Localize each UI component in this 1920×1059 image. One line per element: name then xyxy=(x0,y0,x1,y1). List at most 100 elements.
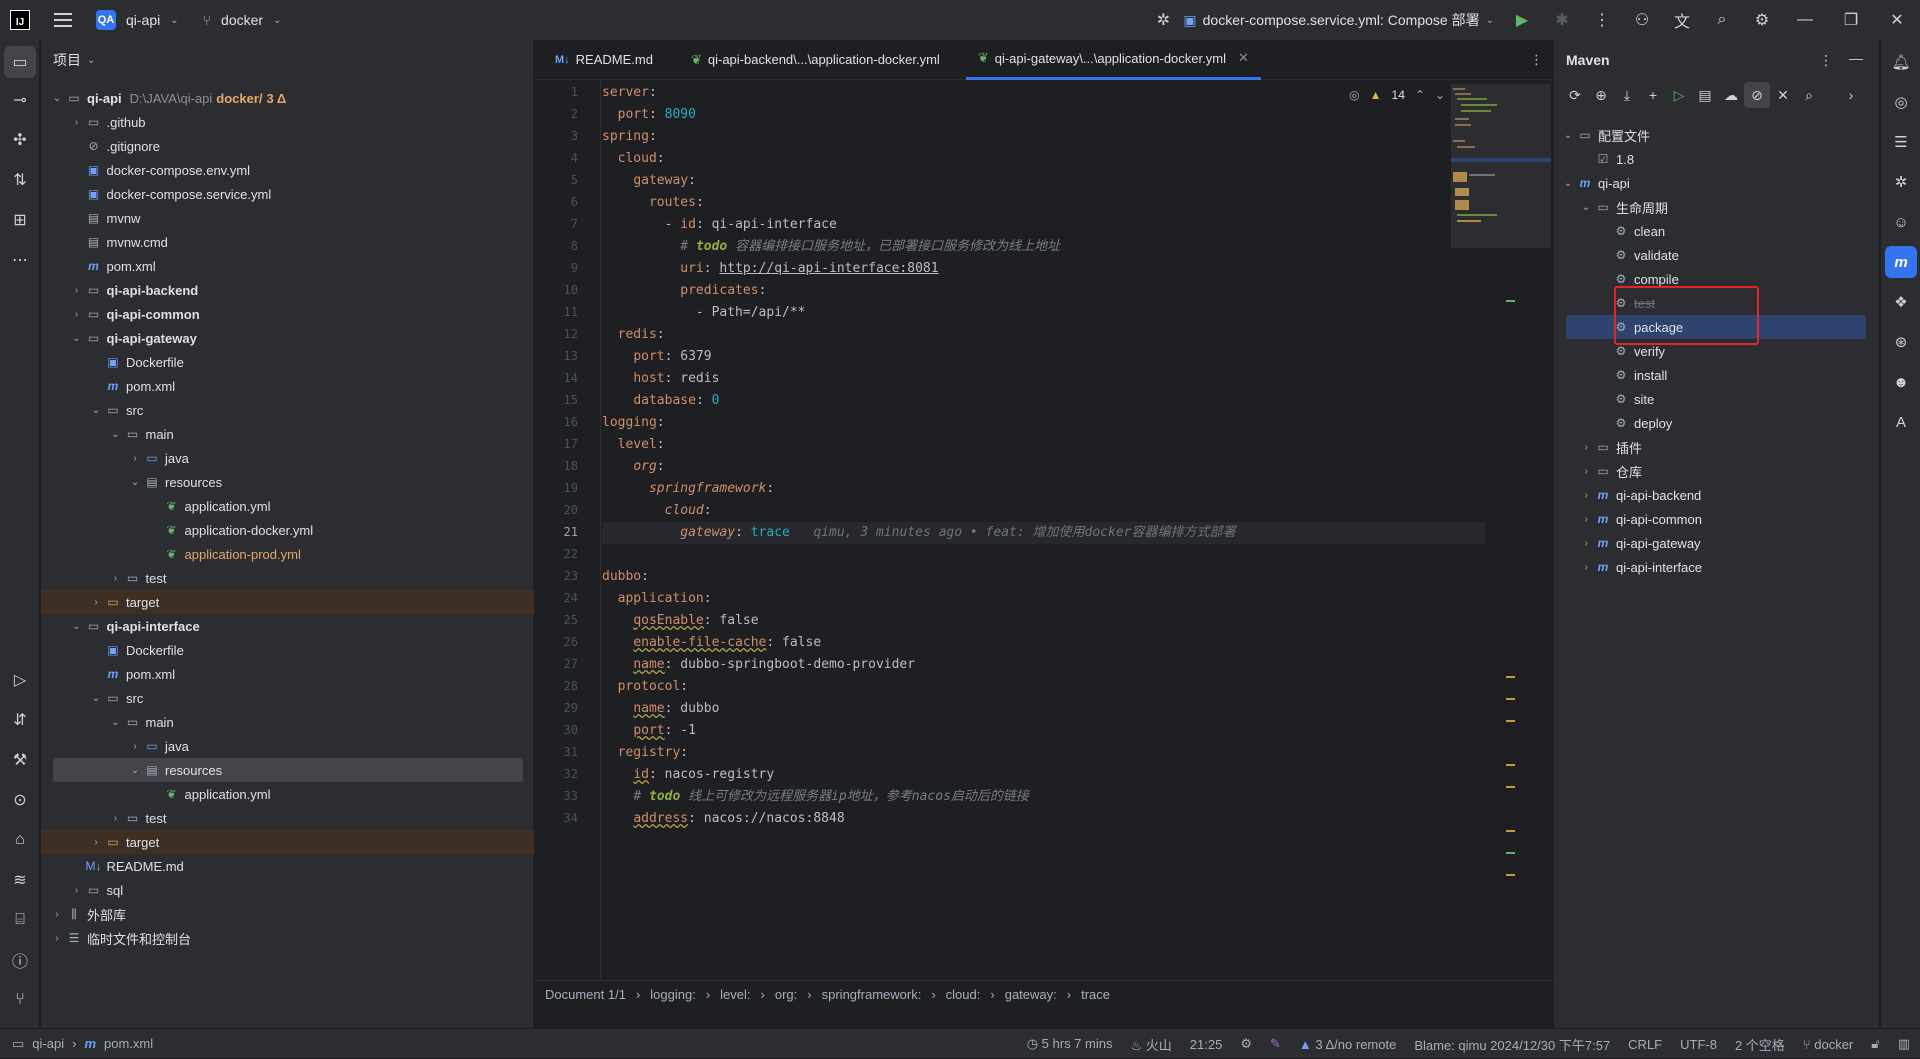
git-push-icon[interactable]: ⇵ xyxy=(4,704,36,736)
tree-row[interactable]: M↓ README.md xyxy=(41,854,534,878)
project-panel-title[interactable]: 项目 xyxy=(53,50,81,70)
debug-icon[interactable]: ✱ xyxy=(1542,0,1582,40)
chevron-right-icon[interactable]: › xyxy=(69,117,85,128)
line-number[interactable]: 2 xyxy=(571,107,578,121)
tree-row[interactable]: m pom.xml xyxy=(41,374,534,398)
close-icon[interactable]: ✕ xyxy=(1874,0,1920,40)
maven-row[interactable]: › ▭ 插件 xyxy=(1554,435,1880,459)
tree-row[interactable]: ❦ application-prod.yml xyxy=(41,542,534,566)
bug-icon[interactable]: ✲ xyxy=(1143,0,1183,40)
chevron-right-icon[interactable]: › xyxy=(108,573,124,584)
tree-row[interactable]: ❦ application.yml xyxy=(41,494,534,518)
plugin-icon[interactable]: ✣ xyxy=(4,124,36,156)
ai-assistant-icon[interactable]: ◎ xyxy=(1885,86,1917,118)
warning-marker[interactable] xyxy=(1506,830,1515,832)
tree-row[interactable]: ❦ application.yml xyxy=(41,782,534,806)
line-number[interactable]: 14 xyxy=(564,371,578,385)
maven-row[interactable]: ⚙ deploy xyxy=(1554,411,1880,435)
maven-row[interactable]: › m qi-api-gateway xyxy=(1554,531,1880,555)
line-number[interactable]: 30 xyxy=(564,723,578,737)
assistant-icon[interactable]: ☻ xyxy=(1885,366,1917,398)
warning-marker[interactable] xyxy=(1506,764,1515,766)
restore-icon[interactable]: ❐ xyxy=(1828,0,1874,40)
line-number[interactable]: 28 xyxy=(564,679,578,693)
project-tool-icon[interactable]: ▭ xyxy=(4,46,36,78)
line-number[interactable]: 26 xyxy=(564,635,578,649)
structure-icon[interactable]: ⊞ xyxy=(4,204,36,236)
warning-marker[interactable] xyxy=(1506,874,1515,876)
tree-row[interactable]: › ▭ sql xyxy=(41,878,534,902)
commit-icon[interactable]: ⊸ xyxy=(4,84,36,116)
maven-row[interactable]: › m qi-api-common xyxy=(1554,507,1880,531)
lock-icon[interactable]: 🔓︎ xyxy=(1871,1036,1879,1052)
line-number[interactable]: 23 xyxy=(564,569,578,583)
status-caret-position[interactable]: 21:25 xyxy=(1190,1037,1223,1052)
minimize-icon[interactable]: — xyxy=(1782,0,1828,40)
chevron-down-icon[interactable]: ⌄ xyxy=(69,621,85,632)
offline-icon[interactable]: ☁ xyxy=(1718,82,1744,108)
terminal-icon[interactable]: ⌸ xyxy=(4,904,36,936)
maven-row[interactable]: › m qi-api-backend xyxy=(1554,483,1880,507)
chevron-right-icon[interactable]: › xyxy=(1838,82,1864,108)
line-number[interactable]: 16 xyxy=(564,415,578,429)
breadcrumb-item[interactable]: gateway: xyxy=(1005,987,1057,1002)
chevron-right-icon[interactable]: › xyxy=(1578,466,1594,477)
tree-row[interactable]: › ▭ qi-api-backend xyxy=(41,278,534,302)
warning-marker[interactable] xyxy=(1506,676,1515,678)
layers-icon[interactable]: ≋ xyxy=(4,864,36,896)
line-number[interactable]: 1 xyxy=(571,85,578,99)
breadcrumb-item[interactable]: springframework: xyxy=(822,987,922,1002)
tree-row[interactable]: › ⫼ 外部库 xyxy=(41,902,534,926)
project-badge[interactable]: QA xyxy=(96,10,116,30)
chevron-down-icon[interactable]: ⌄ xyxy=(108,717,124,728)
warning-marker[interactable] xyxy=(1506,720,1515,722)
line-number[interactable]: 9 xyxy=(571,261,578,275)
line-number[interactable]: 5 xyxy=(571,173,578,187)
collapse-icon[interactable]: ✕ xyxy=(1770,82,1796,108)
chevron-down-icon[interactable]: ⌄ xyxy=(69,333,85,344)
change-marker[interactable] xyxy=(1506,852,1515,854)
gradle-icon[interactable]: ✲ xyxy=(1885,166,1917,198)
status-time-spent[interactable]: ◷ 5 hrs 7 mins xyxy=(1027,1036,1113,1052)
maven-row[interactable]: ☑ 1.8 xyxy=(1554,147,1880,171)
breadcrumb-item[interactable]: logging: xyxy=(650,987,696,1002)
change-marker[interactable] xyxy=(1506,300,1515,302)
chevron-down-icon[interactable]: ⌄ xyxy=(88,693,104,704)
chevron-right-icon[interactable]: › xyxy=(69,309,85,320)
run-icon[interactable]: ▶ xyxy=(1502,0,1542,40)
maven-row[interactable]: ⌄ m qi-api xyxy=(1554,171,1880,195)
line-number[interactable]: 31 xyxy=(564,745,578,759)
copilot-icon[interactable]: ☺ xyxy=(1885,206,1917,238)
line-number[interactable]: 6 xyxy=(571,195,578,209)
tree-row[interactable]: ⌄ ▤ resources xyxy=(41,470,534,494)
problems-icon[interactable]: ⓘ xyxy=(4,944,36,976)
more-icon[interactable]: ⋮ xyxy=(1530,52,1543,68)
add-user-icon[interactable]: ⚇ xyxy=(1622,0,1662,40)
tree-row-selected[interactable]: ⌄ ▤ resources xyxy=(53,758,523,782)
breadcrumb-item[interactable]: cloud: xyxy=(946,987,981,1002)
main-menu-icon[interactable] xyxy=(54,13,72,27)
chevron-right-icon[interactable]: › xyxy=(69,885,85,896)
line-number[interactable]: 34 xyxy=(564,811,578,825)
line-number[interactable]: 3 xyxy=(571,129,578,143)
chevron-down-icon[interactable]: ⌄ xyxy=(49,93,65,104)
maven-row[interactable]: › m qi-api-interface xyxy=(1554,555,1880,579)
line-number[interactable]: 19 xyxy=(564,481,578,495)
chevron-right-icon[interactable]: › xyxy=(1578,562,1594,573)
tree-row[interactable]: ⌄ ▭ qi-api-interface xyxy=(41,614,534,638)
more-icon[interactable]: ⋮ xyxy=(1819,52,1833,69)
add-project-icon[interactable]: ⊕ xyxy=(1588,82,1614,108)
tree-row[interactable]: ❦ application-docker.yml xyxy=(41,518,534,542)
chevron-right-icon[interactable]: › xyxy=(69,285,85,296)
tree-row[interactable]: › ▭ .github xyxy=(41,110,534,134)
project-name[interactable]: qi-api xyxy=(126,12,160,28)
translate-icon[interactable]: 文 xyxy=(1662,0,1702,40)
line-number[interactable]: 15 xyxy=(564,393,578,407)
tree-row[interactable]: ⊘ .gitignore xyxy=(41,134,534,158)
line-number[interactable]: 32 xyxy=(564,767,578,781)
tree-row[interactable]: ▤ mvnw.cmd xyxy=(41,230,534,254)
ai-status-icon[interactable]: ✎ xyxy=(1270,1036,1281,1052)
tree-row[interactable]: ⌄ ▭ main xyxy=(41,710,534,734)
chevron-right-icon[interactable]: › xyxy=(49,909,65,920)
chevron-right-icon[interactable]: › xyxy=(127,741,143,752)
